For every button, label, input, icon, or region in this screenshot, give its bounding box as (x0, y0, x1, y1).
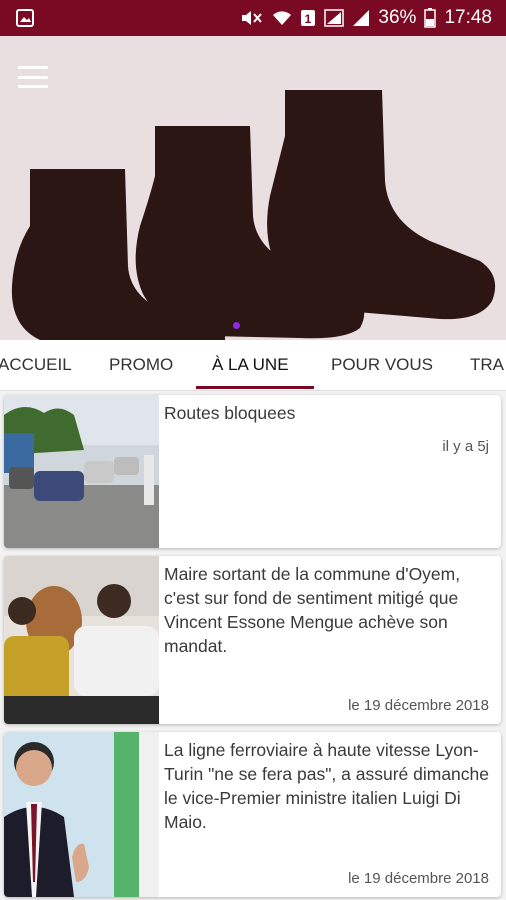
wifi-icon (272, 9, 292, 27)
battery-icon (424, 8, 437, 28)
article-thumbnail-meeting (4, 556, 159, 724)
mute-icon (240, 9, 264, 27)
article-title: La ligne ferroviaire à haute vitesse Lyo… (164, 740, 489, 832)
article-date: le 19 décembre 2018 (348, 870, 489, 887)
article-title: Maire sortant de la commune d'Oyem, c'es… (164, 564, 461, 656)
tab-accueil[interactable]: ACCUEIL (0, 340, 72, 390)
tab-promo[interactable]: PROMO (109, 340, 173, 390)
battery-percentage: 36% (378, 7, 417, 28)
tab-tra[interactable]: TRA (470, 340, 504, 390)
article-thumbnail-politician (4, 732, 159, 897)
sim1-icon: 1 (300, 9, 316, 27)
article-card[interactable]: Routes bloquees il y a 5j (4, 395, 501, 548)
article-title: Routes bloquees (164, 403, 296, 423)
hero-image-socks (11, 90, 496, 340)
article-date: il y a 5j (442, 438, 489, 455)
article-card[interactable]: Maire sortant de la commune d'Oyem, c'es… (4, 556, 501, 724)
hero-banner[interactable] (0, 36, 506, 340)
carousel-indicator-dot[interactable] (233, 322, 240, 329)
status-bar: 1 36% 17:48 (0, 0, 506, 36)
article-thumbnail-traffic (4, 395, 159, 548)
status-time: 17:48 (444, 7, 492, 28)
active-tab-indicator (196, 386, 314, 389)
tab-pour-vous[interactable]: POUR VOUS (331, 340, 433, 390)
tab-a-la-une[interactable]: À LA UNE (212, 340, 289, 390)
article-date: le 19 décembre 2018 (348, 697, 489, 714)
image-icon (16, 9, 34, 27)
svg-text:1: 1 (305, 12, 312, 26)
article-card[interactable]: La ligne ferroviaire à haute vitesse Lyo… (4, 732, 501, 897)
signal-icon (352, 9, 370, 27)
hamburger-menu-icon[interactable] (18, 66, 48, 88)
category-tabs: ACCUEIL PROMO À LA UNE POUR VOUS TRA (0, 340, 506, 391)
signal-icon (324, 9, 345, 27)
